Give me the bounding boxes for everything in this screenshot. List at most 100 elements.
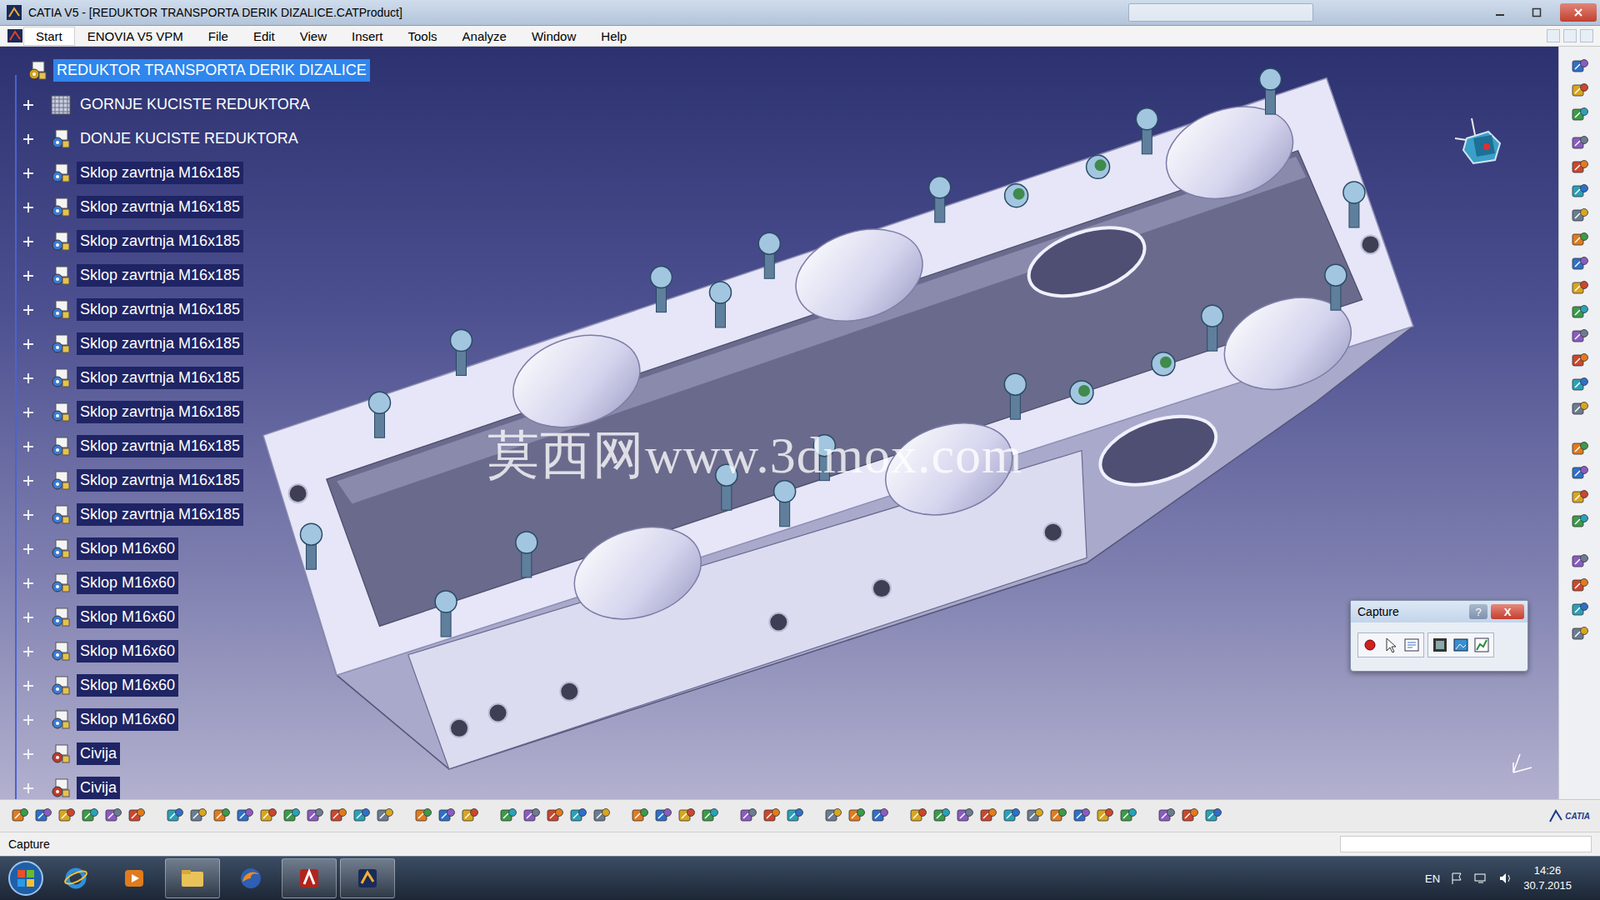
bolt[interactable] [515, 531, 538, 578]
tree-item[interactable]: Sklop M16x60 [11, 668, 1559, 703]
taskbar-app[interactable] [165, 858, 220, 899]
menu-item[interactable]: Insert [339, 26, 396, 46]
dialog-close-button[interactable]: X [1490, 604, 1525, 620]
tool-icon[interactable] [738, 805, 759, 826]
close-button[interactable] [1560, 3, 1597, 22]
tool-icon[interactable] [1570, 399, 1590, 420]
tool-icon[interactable] [436, 805, 457, 826]
tool-icon[interactable] [785, 805, 805, 826]
3d-viewport[interactable]: REDUKTOR TRANSPORTA DERIK DIZALICEGORNJE… [0, 46, 1559, 800]
bolt[interactable] [435, 590, 457, 637]
expand-icon[interactable] [23, 441, 34, 452]
expand-icon[interactable] [23, 578, 34, 589]
bolt[interactable] [450, 330, 472, 376]
menu-item[interactable]: Start [23, 26, 75, 46]
tree-label[interactable]: Sklop M16x60 [76, 640, 179, 663]
tool-icon[interactable] [1118, 805, 1139, 826]
tree-item[interactable]: Sklop M16x60 [11, 702, 1559, 737]
bolt[interactable] [1343, 181, 1365, 228]
menu-item[interactable]: View [287, 26, 340, 46]
menu-item[interactable]: File [195, 26, 241, 46]
tool-icon[interactable] [1570, 157, 1590, 178]
tool-icon[interactable] [1570, 575, 1590, 596]
tree-label[interactable]: Sklop zavrtnja M16x185 [76, 435, 244, 458]
tool-icon[interactable] [211, 805, 232, 826]
tree-label[interactable]: Sklop zavrtnja M16x185 [76, 332, 244, 355]
tree-item[interactable]: Sklop M16x60 [11, 600, 1559, 635]
tool-icon[interactable] [653, 805, 674, 826]
tree-item[interactable]: REDUKTOR TRANSPORTA DERIK DIZALICE [11, 53, 1559, 88]
tool-icon[interactable] [1203, 805, 1224, 826]
tool-icon[interactable] [870, 805, 890, 826]
bolt[interactable] [1325, 264, 1347, 310]
tool-icon[interactable] [80, 805, 100, 826]
tool-icon[interactable] [1570, 254, 1590, 275]
expand-icon[interactable] [23, 783, 34, 794]
expand-icon[interactable] [23, 100, 34, 110]
expand-icon[interactable] [23, 305, 34, 315]
bolt[interactable] [650, 266, 672, 313]
tree-label[interactable]: Sklop M16x60 [76, 708, 179, 731]
tool-icon[interactable] [375, 805, 395, 826]
tree-label[interactable]: DONJE KUCISTE REDUKTORA [76, 127, 302, 150]
doc-restore-button[interactable] [1563, 29, 1577, 43]
tool-icon[interactable] [281, 805, 302, 826]
tree-label[interactable]: Sklop zavrtnja M16x185 [76, 400, 244, 424]
bolt[interactable] [369, 391, 391, 438]
tool-icon[interactable] [1570, 80, 1590, 101]
tool-icon[interactable] [498, 805, 519, 826]
record-icon[interactable] [1360, 635, 1380, 655]
bolt[interactable] [300, 523, 322, 570]
bolt[interactable] [929, 176, 951, 223]
tree-item[interactable]: Sklop zavrtnja M16x185 [11, 155, 1559, 190]
doc-minimize-button[interactable] [1546, 29, 1560, 43]
tool-icon[interactable] [328, 805, 349, 826]
tool-icon[interactable] [630, 805, 650, 826]
clock[interactable]: 14:2630.7.2015 [1523, 863, 1572, 893]
tree-label[interactable]: Sklop zavrtnja M16x185 [76, 366, 244, 390]
tree-label[interactable]: Sklop zavrtnja M16x185 [76, 264, 244, 287]
expand-icon[interactable] [23, 202, 34, 213]
doc-close-button[interactable] [1580, 29, 1594, 43]
tool-icon[interactable] [1570, 439, 1590, 460]
tool-icon[interactable] [761, 805, 782, 826]
tree-label[interactable]: Civija [76, 742, 120, 765]
tool-icon[interactable] [823, 805, 844, 826]
tool-icon[interactable] [700, 805, 720, 826]
tool-icon[interactable] [188, 805, 209, 826]
compass-icon[interactable] [1448, 113, 1515, 180]
tool-icon[interactable] [258, 805, 279, 826]
tree-item[interactable]: GORNJE KUCISTE REDUKTORA [11, 87, 1559, 122]
expand-icon[interactable] [23, 544, 34, 555]
network-icon[interactable] [1473, 871, 1489, 885]
menu-item[interactable]: ENOVIA V5 VPM [75, 26, 196, 46]
tool-icon[interactable] [1025, 805, 1045, 826]
tree-item[interactable]: Sklop zavrtnja M16x185 [11, 292, 1559, 327]
expand-icon[interactable] [23, 612, 34, 623]
start-icon[interactable] [6, 859, 45, 898]
chart-icon[interactable] [1472, 635, 1491, 655]
dialog-title-bar[interactable]: Capture?X [1350, 600, 1528, 623]
tree-item[interactable]: Sklop M16x60 [11, 565, 1559, 600]
expand-icon[interactable] [23, 407, 34, 418]
tool-icon[interactable] [1570, 230, 1590, 250]
nut[interactable] [1086, 155, 1110, 179]
tool-icon[interactable] [978, 805, 999, 826]
tree-item[interactable]: Sklop M16x60 [11, 531, 1559, 566]
bolt[interactable] [709, 281, 731, 328]
album-icon[interactable] [1451, 635, 1470, 655]
tool-icon[interactable] [1095, 805, 1115, 826]
expand-icon[interactable] [23, 168, 34, 179]
tree-label[interactable]: Sklop M16x60 [76, 605, 179, 629]
language-indicator[interactable]: EN [1425, 872, 1440, 885]
tool-icon[interactable] [10, 805, 30, 826]
tool-icon[interactable] [1570, 511, 1590, 532]
tool-icon[interactable] [1570, 600, 1590, 620]
tree-item[interactable]: Sklop zavrtnja M16x185 [11, 326, 1559, 361]
menu-item[interactable]: Help [588, 26, 640, 46]
tree-item[interactable]: Sklop zavrtnja M16x185 [11, 258, 1559, 293]
tool-icon[interactable] [955, 805, 975, 826]
menu-item[interactable]: Edit [240, 26, 288, 46]
tree-item[interactable]: Civija [11, 736, 1559, 771]
tool-icon[interactable] [1570, 463, 1590, 484]
